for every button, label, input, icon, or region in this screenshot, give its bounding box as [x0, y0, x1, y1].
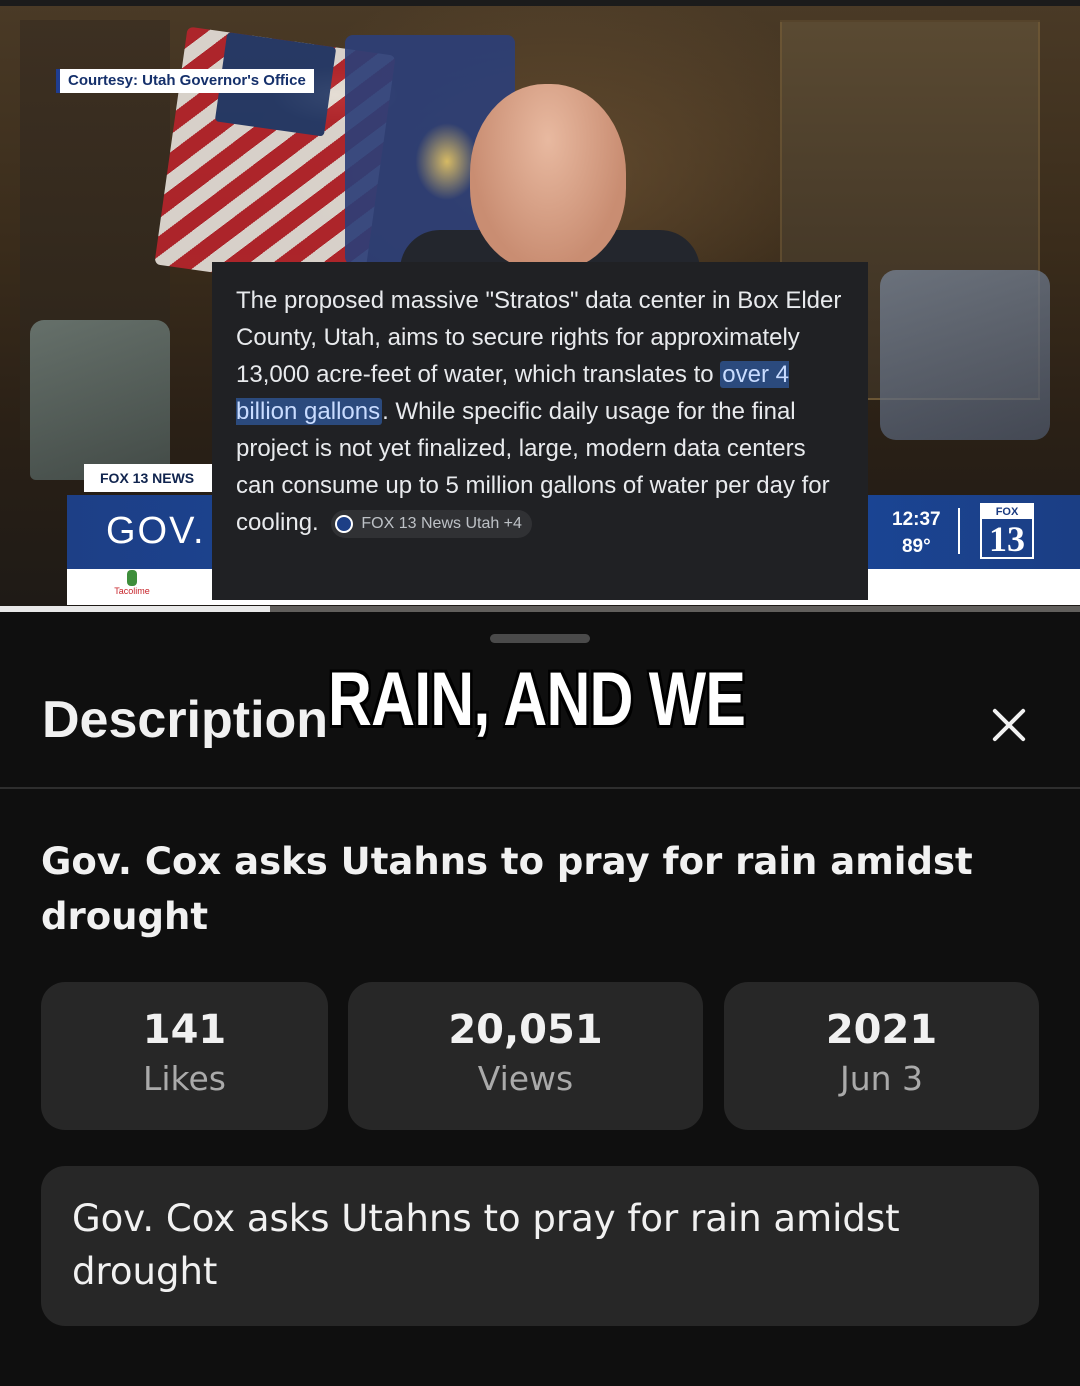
caption-overlay: RAIN, AND WE: [328, 657, 746, 742]
sheet-title: Description: [42, 691, 329, 749]
drag-handle[interactable]: [490, 634, 590, 643]
clock-time: 12:37: [892, 509, 941, 530]
video-title: Gov. Cox asks Utahns to pray for rain am…: [41, 840, 973, 938]
video-player[interactable]: Courtesy: Utah Governor's Office FOX 13 …: [0, 0, 1080, 612]
likes-stat: 141 Likes: [41, 982, 328, 1130]
views-count: 20,051: [448, 1007, 603, 1053]
source-chip-label: FOX 13 News Utah +4: [361, 514, 522, 532]
publish-date: Jun 3: [839, 1059, 924, 1098]
chair: [30, 320, 170, 480]
close-icon[interactable]: [982, 698, 1036, 752]
source-chip[interactable]: FOX 13 News Utah +4: [331, 509, 532, 538]
temperature: 89°: [901, 536, 931, 557]
sponsor-name: Tacolime: [114, 586, 150, 596]
description-text: Gov. Cox asks Utahns to pray for rain am…: [41, 1166, 1039, 1326]
divider: [958, 508, 960, 554]
publish-year: 2021: [825, 1007, 938, 1053]
news-label: FOX 13 NEWS: [84, 464, 212, 492]
top-border: [0, 0, 1080, 6]
date-stat: 2021 Jun 3: [724, 982, 1039, 1130]
fox13-logo: FOX 13: [980, 503, 1034, 559]
fox-source-icon: [335, 514, 354, 533]
divider: [0, 787, 1080, 789]
courtesy-label: Courtesy: Utah Governor's Office: [56, 69, 314, 93]
fox-word: FOX: [982, 505, 1032, 519]
cactus-icon: [127, 570, 137, 586]
speaker-head: [470, 84, 626, 270]
sponsor-logo: Tacolime: [112, 570, 152, 602]
ai-overview-card: The proposed massive "Stratos" data cent…: [212, 262, 868, 600]
likes-count: 141: [142, 1007, 227, 1053]
description-sheet: Description RAIN, AND WE Gov. Cox asks U…: [0, 612, 1080, 1386]
views-stat: 20,051 Views: [348, 982, 703, 1130]
channel-number: 13: [989, 519, 1025, 559]
likes-label: Likes: [143, 1059, 226, 1098]
views-label: Views: [477, 1059, 574, 1098]
chair: [880, 270, 1050, 440]
time-weather: 12:37 89°: [892, 506, 941, 560]
